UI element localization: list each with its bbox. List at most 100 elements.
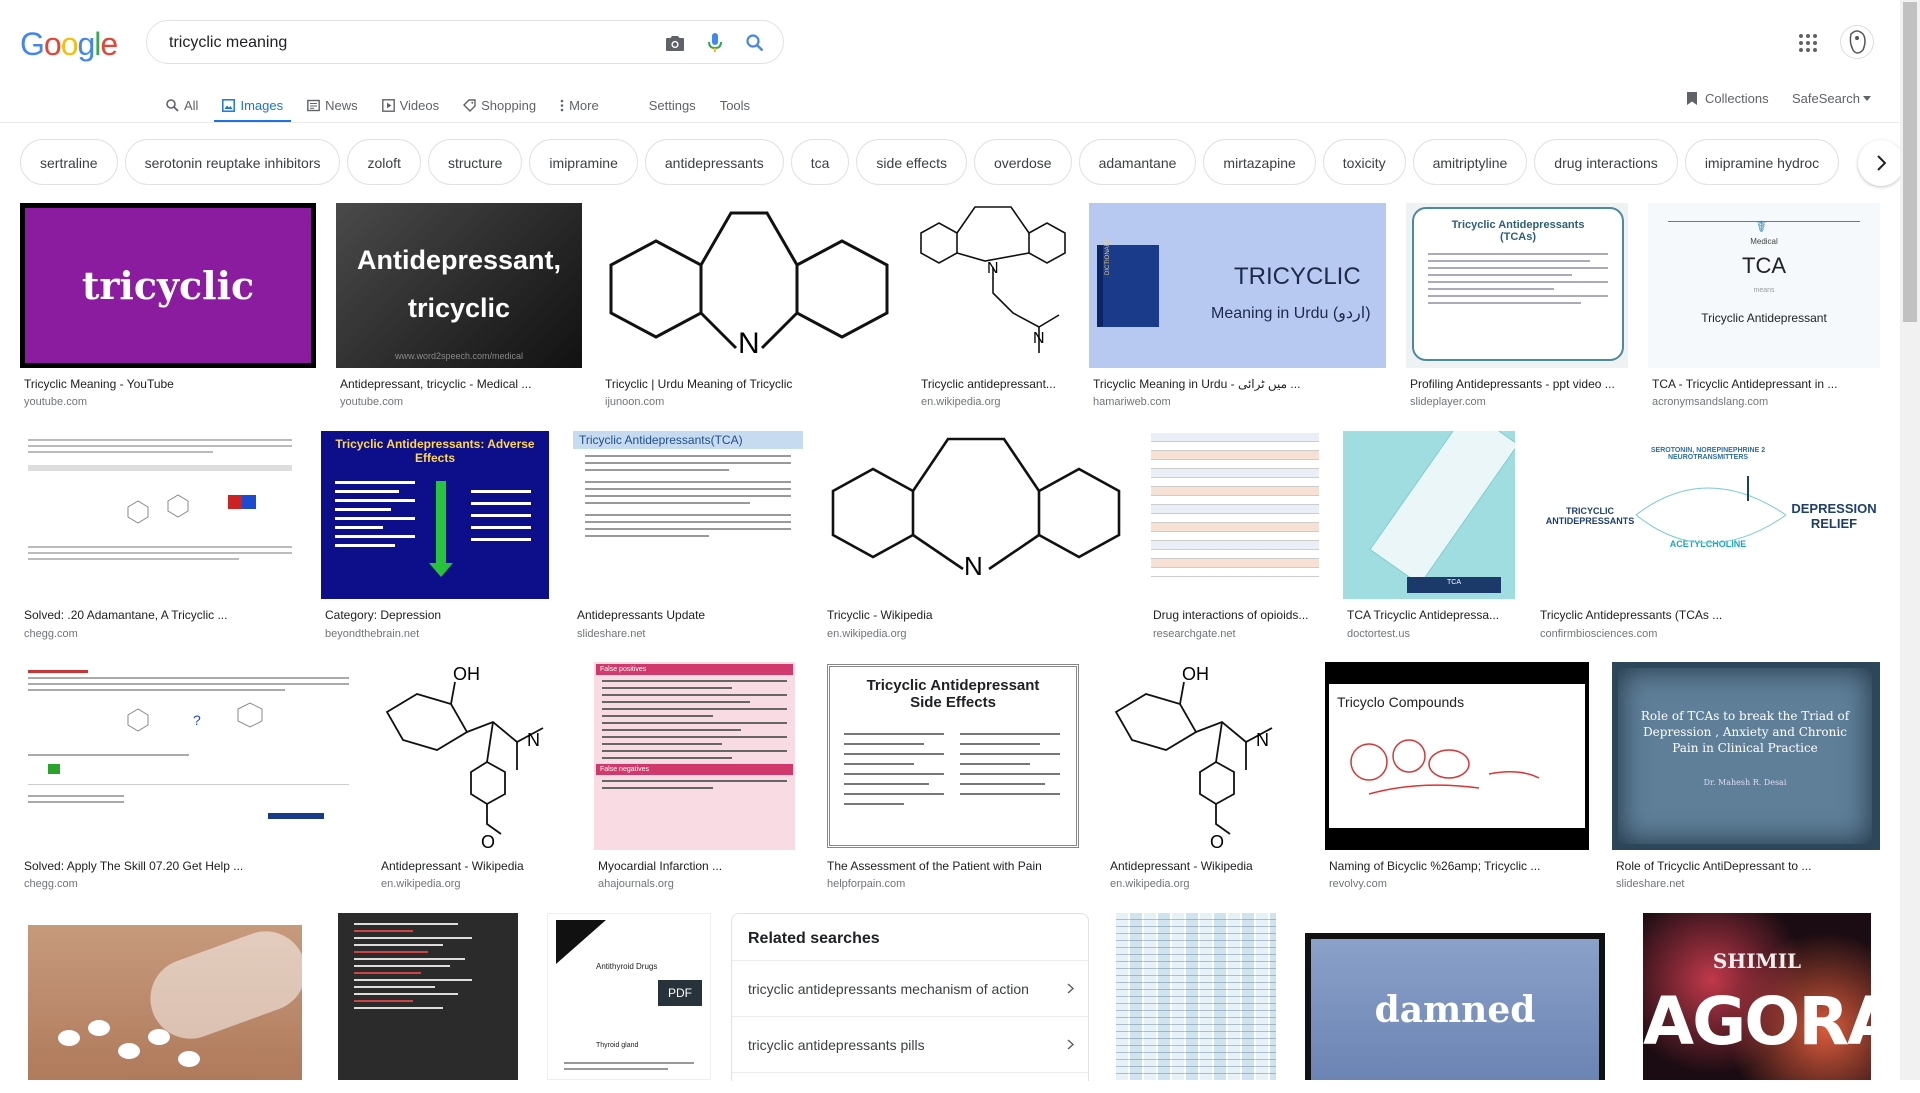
related-search-item[interactable]: tricyclic antidepressants mechanism of a… [732, 960, 1088, 1016]
result-source: en.wikipedia.org [1110, 878, 1190, 890]
pill-image [118, 1043, 140, 1059]
chip[interactable]: side effects [856, 139, 967, 185]
more-vert-icon [560, 99, 564, 111]
arrow-down-icon [436, 481, 446, 571]
image-result[interactable] [20, 913, 310, 1080]
tab-all[interactable]: All [166, 88, 198, 122]
tab-videos[interactable]: Videos [381, 88, 439, 122]
camera-icon[interactable] [663, 31, 687, 55]
chip[interactable]: sertraline [20, 139, 118, 185]
search-icon[interactable] [743, 31, 767, 55]
result-thumbnail [20, 431, 300, 599]
image-result[interactable]: Tricyclic Antidepressants(TCA) Antidepre… [573, 431, 803, 643]
result-caption: Category: Depression [325, 608, 442, 622]
result-caption: Solved: .20 Adamantane, A Tricyclic ... [24, 608, 228, 622]
related-search-item[interactable]: tricyclic antidepressants pills [732, 1016, 1088, 1072]
image-result[interactable]: Antidepressant, tricyclic www.word2speec… [336, 203, 582, 408]
tab-shopping[interactable]: Shopping [463, 88, 536, 122]
molecule-diagram: N [831, 437, 1121, 581]
chip[interactable]: mirtazapine [1203, 139, 1316, 185]
tab-more[interactable]: More [560, 88, 599, 122]
result-thumbnail: damned [1297, 913, 1613, 1080]
tab-label: Shopping [481, 97, 537, 113]
tools-link[interactable]: Tools [720, 88, 750, 122]
chip[interactable]: overdose [973, 139, 1072, 185]
result-thumbnail [1116, 913, 1276, 1080]
scrollbar-thumb[interactable] [1903, 2, 1917, 322]
related-search-item[interactable] [732, 1072, 1088, 1093]
caduceus-icon: ☤ [1756, 219, 1767, 236]
thumb-text: Dr. Mahesh R. Desai [1703, 778, 1787, 787]
thumb-text: www.word2speech.com/medical [394, 351, 524, 361]
image-result[interactable]: N Tricyclic - Wikipedia en.wikipedia.org [823, 431, 1129, 643]
chip[interactable]: imipramine hydroc [1684, 139, 1840, 185]
chip[interactable]: serotonin reuptake inhibitors [124, 139, 341, 185]
image-result[interactable]: Solved: .20 Adamantane, A Tricyclic ... … [20, 431, 300, 643]
result-caption: Tricyclic Antidepressants (TCAs ... [1540, 608, 1723, 622]
image-result[interactable]: SEROTONIN, NOREPINEPHRINE 2 NEUROTRANSMI… [1536, 431, 1880, 643]
image-result[interactable] [338, 913, 518, 1080]
chips-next-button[interactable] [1858, 140, 1904, 186]
image-result[interactable]: DICTIONARY TRICYCLIC Meaning in Urdu (ار… [1089, 203, 1386, 408]
pill-image [178, 1051, 200, 1067]
result-thumbnail: Antidepressant, tricyclic www.word2speec… [336, 203, 582, 368]
chip[interactable]: adamantane [1078, 139, 1197, 185]
apps-grid-icon[interactable] [1798, 33, 1818, 53]
logo-letter: e [100, 26, 118, 62]
microphone-icon[interactable] [703, 31, 727, 55]
tab-news[interactable]: News [307, 88, 358, 122]
result-thumbnail: Antithyroid Drugs PDF Thyroid gland [547, 913, 711, 1080]
image-result[interactable]: N N Tricyclic antidepressant... en.wikip… [917, 203, 1069, 408]
image-result[interactable]: OH N O Antidepressant - Wikipedia en.wik… [377, 662, 573, 892]
chip[interactable]: amitriptyline [1412, 139, 1528, 185]
image-result[interactable]: damned [1297, 913, 1613, 1080]
result-thumbnail: OH N O [1106, 662, 1302, 850]
image-result[interactable]: Drug interactions of opioids... research… [1149, 431, 1321, 643]
image-result[interactable]: N . Tricyclic | Urdu Meaning of Tricycli… [601, 203, 897, 408]
result-thumbnail: tricyclic [20, 203, 316, 368]
settings-link[interactable]: Settings [649, 88, 696, 122]
image-result[interactable]: ? Solved: Apply The Skill 07.20 Get Help… [20, 662, 357, 892]
result-caption: Drug interactions of opioids... [1153, 608, 1309, 622]
image-result[interactable]: Tricyclic Antidepressants: Adverse Effec… [321, 431, 549, 643]
collections-link[interactable]: Collections [1686, 91, 1769, 106]
result-caption: TCA - Tricyclic Antidepressant in ... [1652, 377, 1838, 391]
image-result[interactable]: ☤ Medical TCA means Tricyclic Antidepres… [1648, 203, 1880, 408]
result-caption: TCA Tricyclic Antidepressa... [1347, 608, 1500, 622]
chip[interactable]: zoloft [347, 139, 421, 185]
chip[interactable]: antidepressants [644, 139, 784, 185]
thumb-text: Tricyclic Antidepressant [866, 677, 1040, 694]
thumb-text: Meaning in Urdu (اردو) [1211, 305, 1371, 322]
safesearch-menu[interactable]: SafeSearch [1792, 91, 1871, 106]
image-result[interactable]: SHIMIL AGORA [1643, 913, 1871, 1080]
chip[interactable]: tca [790, 139, 850, 185]
image-result[interactable]: tricyclic Tricyclic Meaning - YouTube yo… [20, 203, 316, 408]
thumb-text: tricyclic [81, 263, 255, 308]
chip[interactable]: imipramine [529, 139, 638, 185]
image-result[interactable] [1116, 913, 1276, 1080]
tab-label: More [569, 97, 599, 113]
chip[interactable]: drug interactions [1534, 139, 1678, 185]
caret-down-icon [1862, 96, 1871, 101]
result-thumbnail: ? [20, 662, 357, 850]
image-result[interactable]: Tricyclic Antidepressants (TCAs) Profili… [1406, 203, 1628, 408]
chip[interactable]: structure [427, 139, 523, 185]
avatar[interactable] [1840, 25, 1874, 59]
image-result[interactable]: OH N O Antidepressant - Wikipedia en.wik… [1106, 662, 1302, 892]
result-caption: Tricyclic Meaning in Urdu - میں ٹرائی ..… [1093, 377, 1301, 391]
image-result[interactable]: Tricyclic Antidepressant Side Effects Th… [823, 662, 1083, 892]
image-result[interactable]: False positives False negatives Myocardi… [594, 662, 795, 892]
chip[interactable]: toxicity [1322, 139, 1406, 185]
search-input[interactable] [167, 29, 651, 57]
google-logo[interactable]: Google [20, 26, 118, 63]
image-result[interactable]: Role of TCAs to break the Triad of Depre… [1612, 662, 1880, 892]
image-result[interactable]: TCA TCA Tricyclic Antidepressa... doctor… [1343, 431, 1515, 643]
svg-text:N: N [1256, 730, 1269, 750]
result-caption: Tricyclic | Urdu Meaning of Tricyclic [605, 377, 793, 391]
page-scrollbar[interactable] [1900, 0, 1920, 1080]
header-divider [0, 122, 1900, 123]
tab-images[interactable]: Images [214, 88, 291, 123]
image-result[interactable]: Antithyroid Drugs PDF Thyroid gland [547, 913, 711, 1080]
image-result[interactable]: Tricyclo Compounds Naming of Bicyclic %2… [1325, 662, 1589, 892]
result-thumbnail: N [823, 431, 1129, 599]
